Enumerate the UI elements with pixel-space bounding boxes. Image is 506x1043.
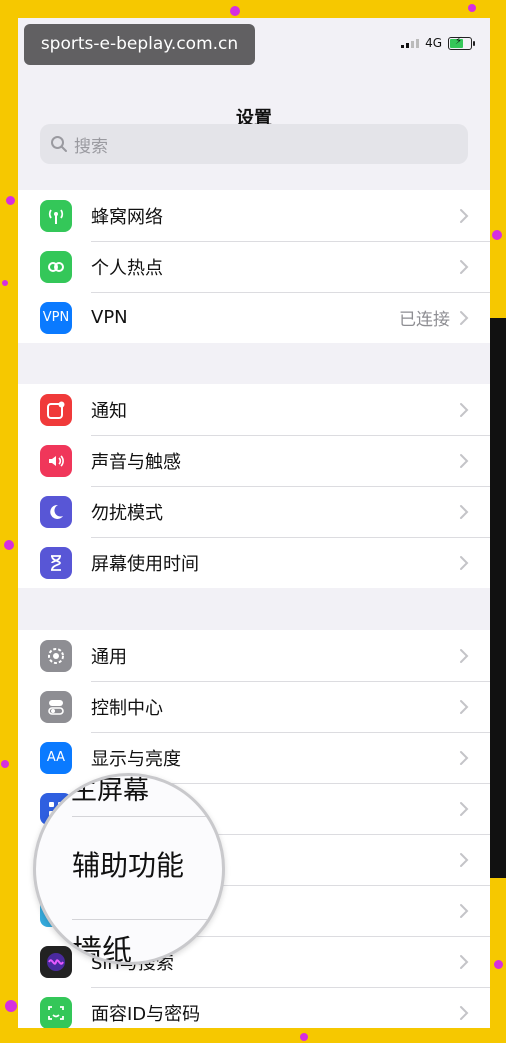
toggles-icon: [40, 690, 72, 723]
settings-row[interactable]: 面容ID与密码: [18, 987, 490, 1028]
settings-row-label: 通知: [91, 400, 127, 422]
network-label: 4G: [425, 36, 442, 50]
decoration-dot: [2, 280, 8, 286]
background-strip: [490, 318, 506, 878]
decoration-dot: [494, 960, 503, 969]
siri-icon: [40, 945, 72, 978]
settings-row[interactable]: 控制中心: [18, 681, 490, 732]
settings-row-label: 蜂窝网络: [91, 206, 163, 228]
decoration-dot: [1, 760, 9, 768]
chevron-right-icon: [460, 648, 469, 663]
magnifier-lens: 主屏幕 辅助功能 墙纸: [33, 773, 225, 965]
decoration-dot: [300, 1033, 308, 1041]
search-input[interactable]: 搜索: [40, 124, 468, 164]
antenna-icon: [40, 199, 72, 232]
chevron-right-icon: [460, 954, 469, 969]
settings-row[interactable]: 勿扰模式: [18, 486, 490, 537]
decoration-dot: [468, 4, 476, 12]
status-right: 4G ⚡: [401, 36, 475, 50]
settings-row-label: VPN: [91, 307, 128, 328]
settings-group-notifications: 通知声音与触感勿扰模式屏幕使用时间: [18, 384, 490, 588]
watermark: sports-e-beplay.com.cn: [24, 24, 255, 65]
chevron-right-icon: [460, 852, 469, 867]
chevron-right-icon: [460, 750, 469, 765]
settings-row[interactable]: 屏幕使用时间: [18, 537, 490, 588]
notification-icon: [40, 393, 72, 426]
decoration-dot: [5, 1000, 17, 1012]
settings-row-label: 个人热点: [91, 257, 163, 279]
magnifier-text-top: 主屏幕: [71, 776, 150, 806]
chevron-right-icon: [460, 453, 469, 468]
settings-row-value: 已连接: [399, 310, 450, 330]
decoration-dot: [230, 6, 240, 16]
chevron-right-icon: [460, 402, 469, 417]
magnifier-divider: [72, 816, 222, 817]
settings-row-label: 通用: [91, 646, 127, 668]
chevron-right-icon: [460, 1005, 469, 1020]
hourglass-icon: [40, 546, 72, 579]
settings-row-label: 面容ID与密码: [91, 1003, 201, 1025]
chevron-right-icon: [460, 555, 469, 570]
signal-icon: [401, 38, 420, 48]
magnifier-text-middle: 辅助功能: [72, 849, 185, 882]
search-placeholder: 搜索: [74, 136, 108, 157]
chevron-right-icon: [460, 504, 469, 519]
faceid-icon: [40, 996, 72, 1028]
search-icon: [51, 136, 67, 152]
chevron-right-icon: [460, 903, 469, 918]
chevron-right-icon: [460, 699, 469, 714]
settings-row-label: 声音与触感: [91, 451, 181, 473]
settings-row[interactable]: 个人热点: [18, 241, 490, 292]
settings-row[interactable]: 通知: [18, 384, 490, 435]
decoration-dot: [4, 540, 14, 550]
decoration-dot: [6, 196, 15, 205]
settings-row[interactable]: VPN VPN 已连接: [18, 292, 490, 343]
hotspot-icon: [40, 250, 72, 283]
settings-row-label: 屏幕使用时间: [91, 553, 199, 575]
decoration-dot: [492, 230, 502, 240]
magnifier-divider: [72, 919, 222, 920]
chevron-right-icon: [460, 259, 469, 274]
battery-icon: ⚡: [448, 36, 475, 50]
gear-icon: [40, 639, 72, 672]
settings-row[interactable]: 声音与触感: [18, 435, 490, 486]
moon-icon: [40, 495, 72, 528]
magnifier-text-bottom: 墙纸: [72, 934, 132, 965]
settings-row[interactable]: 蜂窝网络: [18, 190, 490, 241]
settings-row-label: 显示与亮度: [91, 748, 181, 770]
chevron-right-icon: [460, 310, 469, 325]
speaker-icon: [40, 444, 72, 477]
phone-screen: 4G ⚡ 设置 搜索 蜂窝网络 个人热点 VPN VPN 已连接 通知 声音与触感 勿扰模式…: [18, 18, 490, 1028]
chevron-right-icon: [460, 801, 469, 816]
settings-row[interactable]: 通用: [18, 630, 490, 681]
settings-group-connectivity: 蜂窝网络个人热点 VPN VPN 已连接: [18, 190, 490, 343]
settings-row-label: 控制中心: [91, 697, 163, 719]
settings-row-label: 勿扰模式: [91, 502, 163, 524]
chevron-right-icon: [460, 208, 469, 223]
vpn-icon: VPN: [40, 301, 72, 334]
display-icon: AA: [40, 741, 72, 774]
